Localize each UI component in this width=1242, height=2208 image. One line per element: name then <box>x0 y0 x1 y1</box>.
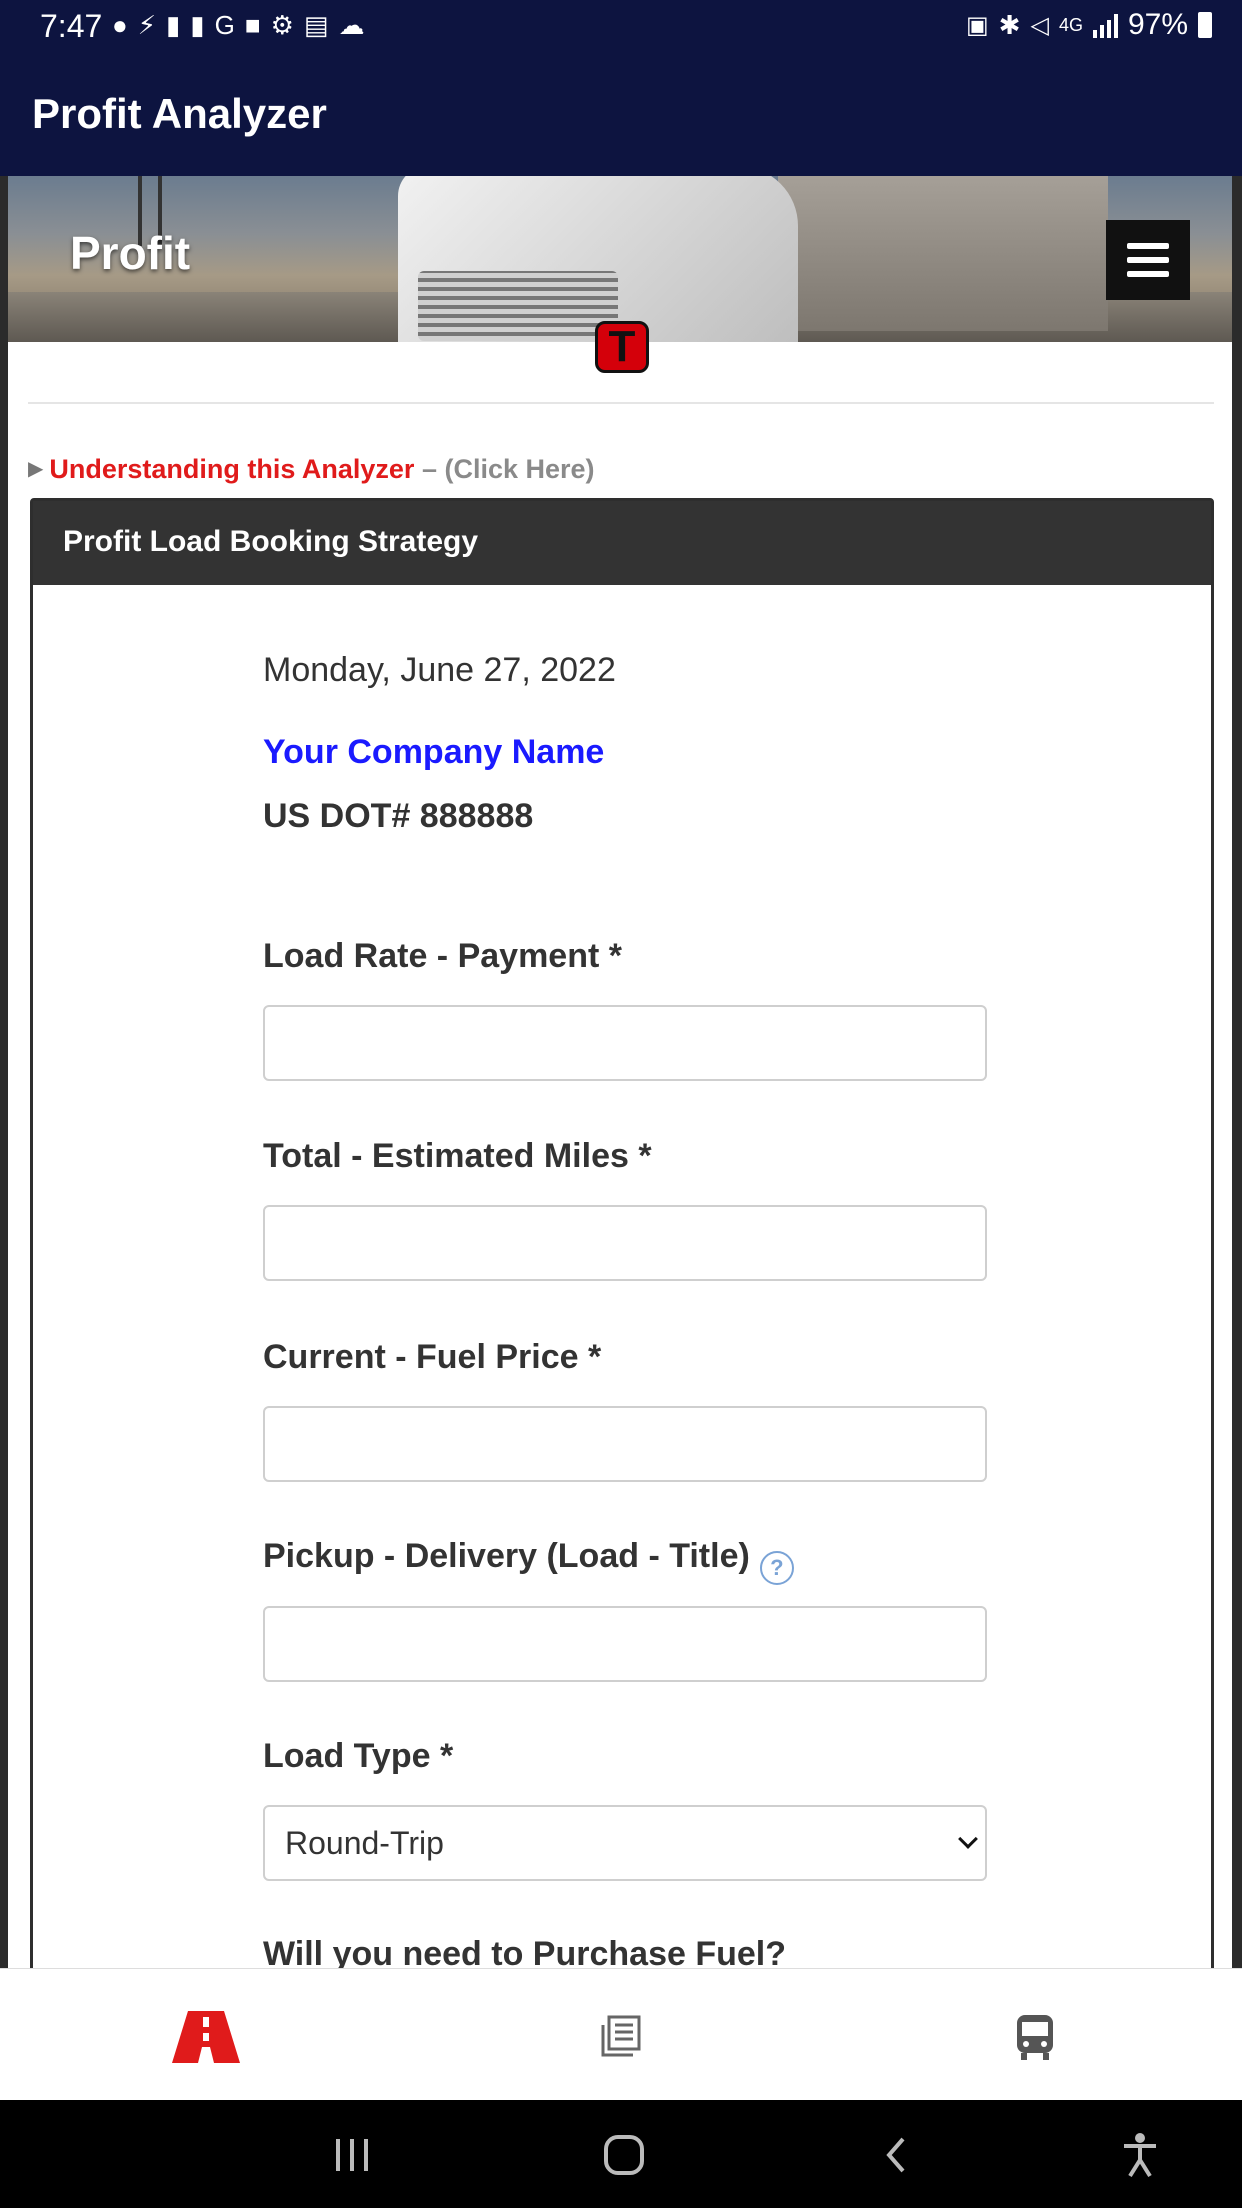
current-date: Monday, June 27, 2022 <box>263 651 616 689</box>
card-header: Profit Load Booking Strategy <box>33 501 1211 585</box>
calendar-icon: ▤ <box>303 10 329 40</box>
help-icon[interactable]: ? <box>759 1551 794 1585</box>
total-miles-label: Total - Estimated Miles * <box>263 1137 652 1175</box>
google-icon: G <box>214 10 235 40</box>
truck-trailer-image <box>778 176 1108 331</box>
app-title: Profit Analyzer <box>32 90 327 137</box>
strategy-card: Profit Load Booking Strategy Monday, Jun… <box>30 498 1214 1968</box>
bottom-navigation <box>0 1968 1242 2100</box>
settings-icon: ⚙ <box>270 10 294 40</box>
hero-banner: Profit <box>8 176 1232 342</box>
recents-icon <box>336 2139 368 2171</box>
road-icon <box>172 2011 240 2063</box>
web-page: Profit T ▶ Understanding this Analyzer – … <box>8 176 1232 1968</box>
home-button[interactable] <box>594 2130 654 2180</box>
load-rate-label: Load Rate - Payment * <box>263 937 622 975</box>
app-bar: Profit Analyzer <box>0 52 1242 176</box>
chevron-down-icon <box>958 1829 978 1849</box>
click-here-hint: (Click Here) <box>444 454 595 484</box>
load-type-select[interactable]: Round-Trip <box>263 1805 987 1881</box>
understanding-separator: – <box>414 454 445 484</box>
sync-icon: ⚡ <box>137 10 156 40</box>
nav-articles-button[interactable] <box>581 1997 661 2077</box>
hamburger-menu-button[interactable] <box>1106 220 1190 300</box>
fuel-price-input[interactable] <box>263 1406 987 1482</box>
person-icon: ▮ <box>190 10 205 40</box>
load-type-label: Load Type * <box>263 1737 454 1775</box>
person-icon: ▮ <box>165 10 181 40</box>
webview[interactable]: Profit T ▶ Understanding this Analyzer – … <box>0 176 1242 1968</box>
accessibility-icon <box>1124 2133 1156 2178</box>
notification-icons: ● ⚡ ▮ ▮ G ■ ⚙ ▤ ☁ <box>112 10 364 41</box>
pickup-delivery-text: Pickup - Delivery (Load - Title) <box>263 1537 750 1575</box>
load-rate-input[interactable] <box>263 1005 987 1081</box>
load-type-value: Round-Trip <box>285 1824 444 1861</box>
site-logo[interactable]: T <box>595 321 649 373</box>
account-icon: ● <box>112 10 128 40</box>
system-icons: ▣ ✱ ◁ 4G 97% <box>966 8 1212 42</box>
bag-icon: ■ <box>244 10 261 40</box>
company-name: Your Company Name <box>263 733 605 771</box>
total-miles-input[interactable] <box>263 1205 987 1281</box>
nav-home-button[interactable] <box>166 1997 246 2077</box>
battery-percent: 97% <box>1127 8 1188 41</box>
battery-icon <box>1198 12 1212 38</box>
cloud-icon: ☁ <box>338 10 365 40</box>
home-icon <box>604 2135 644 2175</box>
status-bar: 7:47 ● ⚡ ▮ ▮ G ■ ⚙ ▤ ☁ ▣ ✱ ◁ 4G 97% <box>0 0 1242 52</box>
articles-icon <box>601 2015 641 2057</box>
pickup-delivery-label: Pickup - Delivery (Load - Title)? <box>263 1537 794 1585</box>
disclosure-triangle-icon: ▶ <box>28 458 44 480</box>
truck-grille-image <box>418 271 618 341</box>
fuel-price-label: Current - Fuel Price * <box>263 1338 602 1376</box>
hero-title: Profit <box>70 227 191 279</box>
recents-button[interactable] <box>322 2130 382 2180</box>
dot-number: US DOT# 888888 <box>263 797 534 835</box>
bus-icon <box>1017 2015 1053 2060</box>
accessibility-button[interactable] <box>1110 2130 1170 2180</box>
purchase-fuel-label: Will you need to Purchase Fuel? <box>263 1935 786 1968</box>
divider <box>28 402 1214 404</box>
battery-saver-icon: ▣ <box>965 11 989 39</box>
menu-icon <box>1127 243 1169 249</box>
understanding-link[interactable]: Understanding this Analyzer <box>49 454 414 484</box>
pickup-delivery-input[interactable] <box>263 1606 987 1682</box>
understanding-analyzer-toggle[interactable]: ▶ Understanding this Analyzer – (Click He… <box>28 454 595 485</box>
nav-bus-button[interactable] <box>995 1997 1075 2077</box>
back-button[interactable] <box>866 2130 926 2180</box>
bluetooth-icon: ✱ <box>998 9 1021 40</box>
back-icon <box>886 2137 905 2173</box>
mute-icon: ◁ <box>1030 11 1049 39</box>
signal-icon <box>1092 12 1118 38</box>
lte-icon: 4G <box>1058 14 1083 35</box>
status-time: 7:47 <box>40 8 103 44</box>
system-navigation-bar <box>0 2100 1242 2208</box>
